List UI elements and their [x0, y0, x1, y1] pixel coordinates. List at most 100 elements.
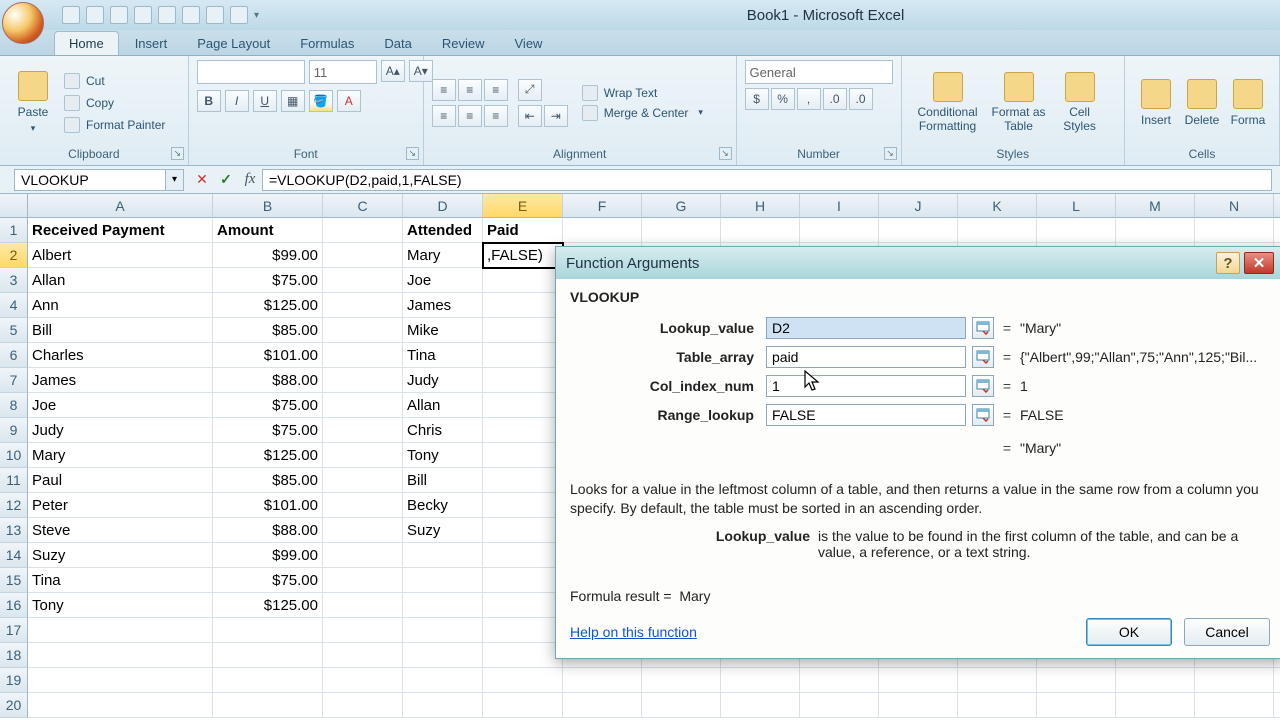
column-header[interactable]: D [403, 194, 483, 218]
comma-button[interactable]: , [797, 88, 821, 110]
tab-view[interactable]: View [501, 32, 557, 55]
cell[interactable]: James [28, 368, 213, 393]
cell[interactable] [323, 693, 403, 718]
cell[interactable] [483, 393, 563, 418]
qat-icon[interactable] [206, 6, 224, 24]
cell[interactable]: Paul [28, 468, 213, 493]
cell[interactable] [323, 393, 403, 418]
cancel-formula-button[interactable]: ✕ [191, 169, 213, 191]
column-header[interactable]: N [1195, 194, 1274, 218]
cell[interactable]: Charles [28, 343, 213, 368]
copy-button[interactable]: Copy [64, 95, 165, 111]
tab-home[interactable]: Home [54, 31, 119, 55]
cell[interactable] [1037, 668, 1116, 693]
dialog-launcher-icon[interactable]: ↘ [406, 147, 419, 160]
format-as-table-button[interactable]: Format as Table [988, 64, 1050, 142]
office-button[interactable] [2, 2, 44, 44]
cell[interactable]: Tina [28, 568, 213, 593]
bold-button[interactable]: B [197, 90, 221, 112]
cell[interactable] [800, 693, 879, 718]
enter-formula-button[interactable]: ✓ [215, 169, 237, 191]
cell[interactable] [958, 668, 1037, 693]
cell[interactable]: Joe [403, 268, 483, 293]
cell[interactable] [642, 693, 721, 718]
cell[interactable] [721, 668, 800, 693]
cell[interactable] [323, 593, 403, 618]
increase-indent-button[interactable]: ⇥ [544, 105, 568, 127]
cell[interactable] [483, 293, 563, 318]
arg-input[interactable] [766, 346, 966, 368]
column-header[interactable]: B [213, 194, 323, 218]
cell[interactable] [1037, 218, 1116, 243]
cell[interactable]: Judy [403, 368, 483, 393]
cell[interactable]: $75.00 [213, 393, 323, 418]
cell[interactable]: Received Payment [28, 218, 213, 243]
cut-button[interactable]: Cut [64, 73, 165, 89]
cell[interactable] [483, 643, 563, 668]
column-header[interactable]: K [958, 194, 1037, 218]
dialog-launcher-icon[interactable]: ↘ [884, 147, 897, 160]
cell[interactable] [323, 543, 403, 568]
cell[interactable]: Judy [28, 418, 213, 443]
cell[interactable]: Allan [28, 268, 213, 293]
cell[interactable]: Joe [28, 393, 213, 418]
row-header[interactable]: 19 [0, 668, 28, 693]
merge-center-button[interactable]: Merge & Center▾ [582, 105, 703, 121]
cell[interactable] [323, 468, 403, 493]
column-header[interactable]: G [642, 194, 721, 218]
row-header[interactable]: 15 [0, 568, 28, 593]
cell[interactable] [403, 543, 483, 568]
cell[interactable]: Amount [213, 218, 323, 243]
cell[interactable]: Bill [403, 468, 483, 493]
cell[interactable] [323, 443, 403, 468]
arg-input[interactable] [766, 404, 966, 426]
row-header[interactable]: 3 [0, 268, 28, 293]
cell[interactable] [721, 693, 800, 718]
column-header[interactable]: J [879, 194, 958, 218]
font-size-combo[interactable]: 11 [309, 60, 377, 84]
column-header[interactable]: M [1116, 194, 1195, 218]
currency-button[interactable]: $ [745, 88, 769, 110]
cell[interactable] [1195, 668, 1274, 693]
arg-input[interactable] [766, 317, 966, 339]
row-header[interactable]: 10 [0, 443, 28, 468]
qat-icon[interactable] [230, 6, 248, 24]
row-header[interactable]: 12 [0, 493, 28, 518]
cell[interactable] [213, 618, 323, 643]
cell[interactable]: Mike [403, 318, 483, 343]
cell[interactable] [483, 268, 563, 293]
arg-input[interactable] [766, 375, 966, 397]
cell[interactable]: $101.00 [213, 493, 323, 518]
cell[interactable]: $125.00 [213, 443, 323, 468]
dialog-titlebar[interactable]: Function Arguments ? ✕ [556, 247, 1280, 279]
orientation-button[interactable]: ⤢ [518, 79, 542, 101]
print-icon[interactable] [134, 6, 152, 24]
conditional-formatting-button[interactable]: Conditional Formatting [910, 64, 986, 142]
cell[interactable]: $99.00 [213, 543, 323, 568]
cell[interactable] [323, 618, 403, 643]
cell[interactable] [213, 643, 323, 668]
cell-styles-button[interactable]: Cell Styles [1052, 64, 1108, 142]
cell[interactable] [1116, 218, 1195, 243]
cell[interactable] [483, 443, 563, 468]
cell[interactable] [563, 693, 642, 718]
cell[interactable] [483, 493, 563, 518]
align-middle-button[interactable]: ≡ [458, 79, 482, 101]
redo-icon[interactable] [110, 6, 128, 24]
qat-dropdown-icon[interactable]: ▾ [254, 10, 259, 21]
cell[interactable] [323, 343, 403, 368]
tab-data[interactable]: Data [370, 32, 425, 55]
close-button[interactable]: ✕ [1244, 252, 1274, 274]
collapse-dialog-icon[interactable] [972, 375, 994, 397]
decrease-decimal-button[interactable]: .0 [849, 88, 873, 110]
row-header[interactable]: 7 [0, 368, 28, 393]
cell[interactable] [323, 418, 403, 443]
cell[interactable] [28, 668, 213, 693]
cell[interactable] [213, 693, 323, 718]
cell[interactable] [1116, 693, 1195, 718]
cell[interactable]: Mary [28, 443, 213, 468]
cell[interactable] [721, 218, 800, 243]
row-header[interactable]: 8 [0, 393, 28, 418]
font-color-button[interactable]: A [337, 90, 361, 112]
wrap-text-button[interactable]: Wrap Text [582, 85, 703, 101]
